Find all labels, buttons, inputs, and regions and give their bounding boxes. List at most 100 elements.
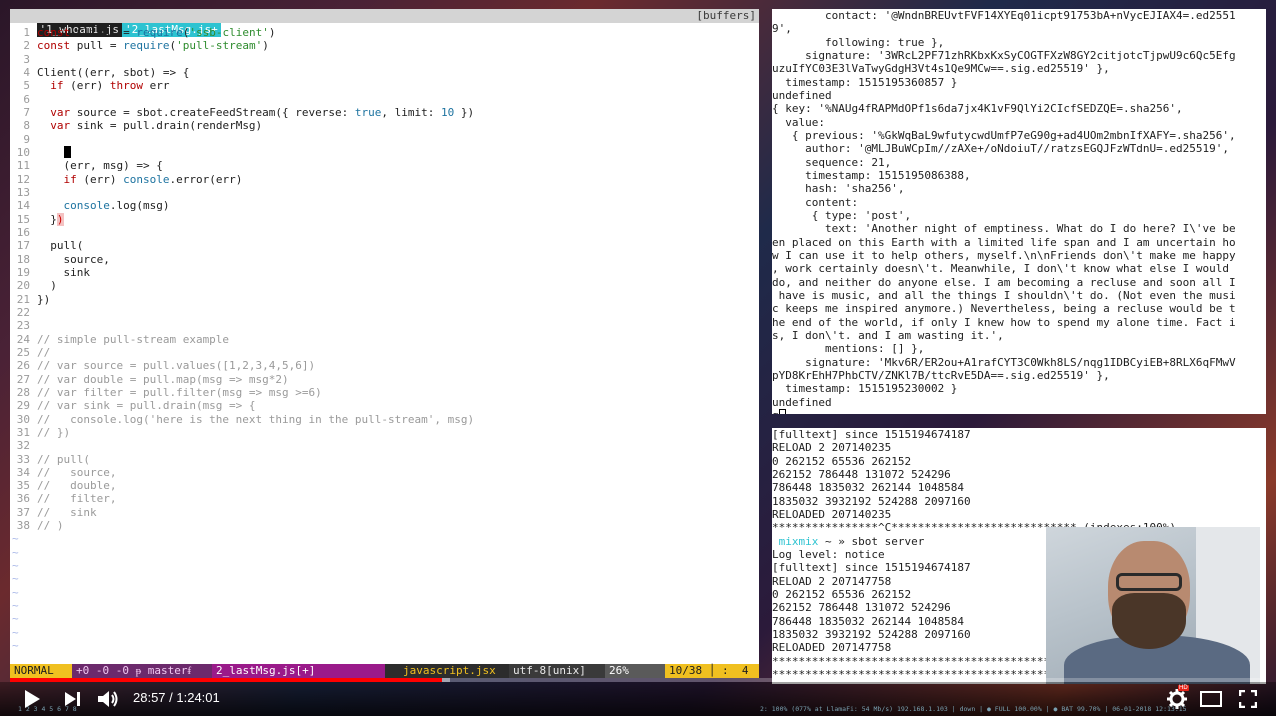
code-line[interactable]: 2 const pull = require('pull-stream') [10, 39, 759, 52]
terminal-output-line: s, I don\'t. and I am wasting it.', [772, 328, 1004, 342]
code-line[interactable]: 31 // }) [10, 426, 759, 439]
code-line[interactable]: 5 if (err) throw err [10, 79, 759, 92]
line-number: 19 [16, 265, 30, 279]
cursor-position: 10/38 │ : 4 [665, 664, 759, 678]
code-line[interactable]: 28 // var filter = pull.filter(msg => msg… [10, 386, 759, 399]
code-line[interactable]: 26 // var source = pull.values([1,2,3,4,5… [10, 359, 759, 372]
terminal-output-line: mentions: [] }, [772, 342, 925, 356]
code-line[interactable]: 17 pull( [10, 239, 759, 252]
code-line[interactable]: 29 // var sink = pull.drain(msg => { [10, 399, 759, 412]
code-line[interactable]: 15 }) [10, 212, 759, 226]
terminal-output-line: undefined [772, 395, 832, 409]
fullscreen-button[interactable] [1238, 690, 1258, 708]
code-token: } [37, 212, 57, 226]
statusline-spacer [385, 664, 399, 678]
code-token: .error(err) [169, 172, 243, 186]
line-number: 30 [16, 412, 30, 426]
file-encoding: utf-8[unix] [509, 664, 605, 678]
terminal-output-line: timestamp: 1515195230002 } [772, 382, 958, 396]
line-number: 4 [23, 65, 30, 79]
volume-button[interactable] [98, 690, 120, 708]
webcam-person-glasses [1116, 573, 1182, 591]
line-number: 14 [16, 199, 30, 213]
terminal-node-output[interactable]: contact: '@WndnBREUvtFVF14XYEq01icpt9175… [772, 9, 1266, 414]
code-line[interactable]: 18 source, [10, 253, 759, 266]
code-line[interactable]: 9 [10, 133, 759, 146]
terminal-output-line: w I can use it to help others, myself.\n… [772, 248, 1236, 262]
theater-mode-button[interactable] [1200, 691, 1222, 707]
buffers-label: [buffers] [696, 9, 756, 22]
code-line[interactable]: 4 Client((err, sbot) => { [10, 66, 759, 79]
code-token: // sink [37, 505, 97, 519]
code-token: // }) [37, 425, 71, 439]
code-line[interactable]: 30 // console.log('here is the next thing… [10, 413, 759, 426]
terminal-output-line: q [772, 408, 1266, 414]
code-line[interactable]: 24 // simple pull-stream example [10, 333, 759, 346]
code-line[interactable]: 12 if (err) console.error(err) [10, 173, 759, 186]
code-token: ) [56, 212, 64, 226]
terminal-output-line: timestamp: 1515195360857 } [772, 75, 958, 89]
code-line[interactable]: 22 [10, 306, 759, 319]
code-line[interactable]: 33 // pull( [10, 453, 759, 466]
code-line[interactable]: 38 // ) [10, 519, 759, 532]
vim-tabline: '1_whoami.js '2_lastMsg.js+ [buffers] [10, 9, 759, 37]
line-number: 22 [16, 305, 30, 319]
terminal-output-line: 786448 1835032 262144 1048584 [772, 481, 965, 495]
terminal-output-line: he end of the world, if only I knew how … [772, 315, 1236, 329]
code-token: // ) [37, 519, 64, 533]
code-line[interactable]: 35 // double, [10, 479, 759, 492]
code-token: pull = [76, 39, 124, 53]
code-line[interactable]: 34 // source, [10, 466, 759, 479]
code-line[interactable]: 19 sink [10, 266, 759, 279]
vim-editor[interactable]: '1_whoami.js '2_lastMsg.js+ [buffers] 1 co… [10, 9, 759, 678]
line-number: 18 [16, 252, 30, 266]
code-line[interactable]: 23 [10, 319, 759, 332]
code-line[interactable]: 11 (err, msg) => { [10, 159, 759, 172]
code-token: const [37, 26, 77, 39]
code-line[interactable]: 37 // sink [10, 506, 759, 519]
code-line[interactable]: 8 var sink = pull.drain(renderMsg) [10, 119, 759, 132]
terminal-output-line: { type: 'post', [772, 208, 912, 222]
terminal-output-line: en placed on this Earth with a limited l… [772, 235, 1236, 249]
code-line[interactable]: 14 console.log(msg) [10, 199, 759, 212]
code-line[interactable]: 10 [10, 145, 759, 159]
code-line[interactable]: 27 // var double = pull.map(msg => msg*2) [10, 373, 759, 386]
next-button[interactable] [64, 692, 82, 706]
code-area[interactable]: 1 const Client = require('ssb-client') 2 co… [10, 26, 759, 652]
code-token: (err) [83, 172, 124, 186]
terminal-cursor [778, 408, 786, 414]
code-token: pull( [37, 239, 84, 253]
terminal-output-line: signature: '3WRcL2PF71zhRKbxKxSyCOGTFXzW… [772, 48, 1236, 62]
code-token: (err, msg) => { [37, 159, 163, 173]
line-number: 27 [16, 372, 30, 386]
code-line[interactable]: 20 ) [10, 279, 759, 292]
code-line[interactable]: 32 [10, 439, 759, 452]
code-line[interactable]: 6 [10, 93, 759, 106]
code-line[interactable]: 1 const Client = require('ssb-client') [10, 26, 759, 39]
code-line[interactable]: 3 [10, 53, 759, 66]
code-line[interactable]: 36 // filter, [10, 492, 759, 505]
terminal-output-line: { key: '%NAUg4fRAPMdOPf1s6da7jx4K1vF9QlY… [772, 102, 1183, 116]
code-line[interactable]: 16 [10, 226, 759, 239]
file-type: javascript.jsx [399, 664, 509, 678]
fullscreen-icon [1239, 690, 1257, 708]
line-number: 5 [23, 79, 30, 93]
code-token: 10 [441, 105, 455, 119]
code-line[interactable]: 13 [10, 186, 759, 199]
line-number: 32 [16, 439, 30, 453]
code-token: }) [37, 292, 51, 306]
line-number: 28 [16, 385, 30, 399]
terminal-output-line: , work certainly doesn\'t. Meanwhile, I … [772, 262, 1236, 276]
workspace-indicator: 1 2 3 4 5 6 7 8 [18, 705, 77, 713]
line-number: 24 [16, 332, 30, 346]
empty-buffer-line: ~ [12, 585, 19, 599]
hd-badge: HD [1178, 685, 1189, 691]
code-line[interactable]: 21}) [10, 293, 759, 306]
code-token: ) [262, 39, 269, 53]
terminal-output-line: author: '@MLJBuWCpIm//zAXe+/oNdoiuT//rat… [772, 142, 1229, 156]
line-number: 16 [16, 225, 30, 239]
code-line[interactable]: 7 var source = sbot.createFeedStream({ r… [10, 106, 759, 119]
code-line[interactable]: 25 // [10, 346, 759, 359]
code-token: console [37, 199, 110, 213]
code-token: , limit: [381, 105, 442, 119]
